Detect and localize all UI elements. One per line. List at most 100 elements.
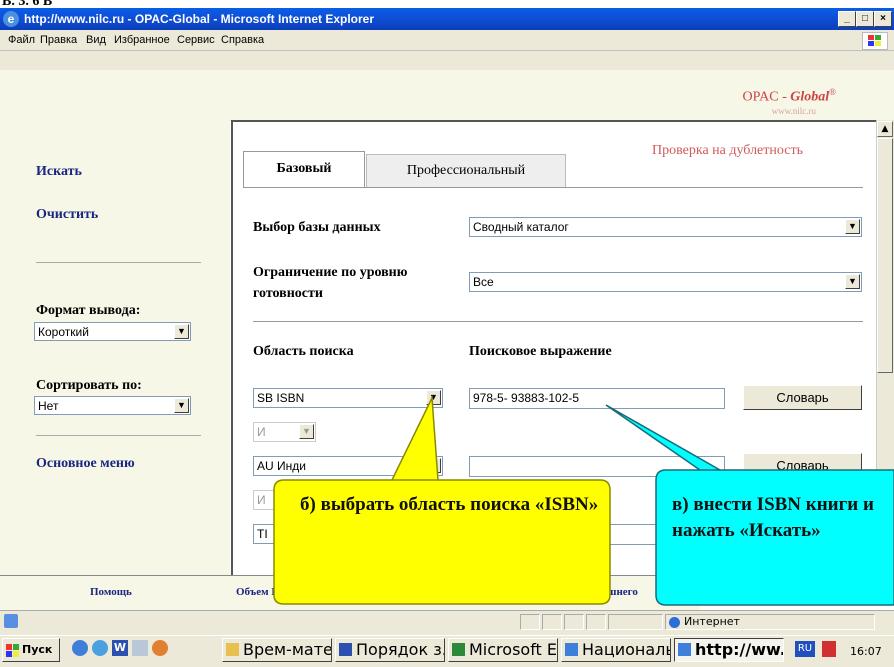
task-label: Националь...: [582, 640, 670, 659]
menu-help[interactable]: Справка: [221, 30, 264, 50]
ie-quicklaunch-icon[interactable]: [72, 640, 88, 656]
scroll-thumb[interactable]: [877, 138, 893, 373]
level-select[interactable]: Все ▼: [469, 272, 862, 292]
duplicate-check-link[interactable]: Проверка на дублетность: [652, 143, 803, 159]
status-cell: [586, 614, 606, 630]
minimize-button[interactable]: _: [838, 11, 856, 27]
logo-global: Global: [790, 89, 830, 105]
clock: 16:07: [850, 645, 882, 658]
windows-flag-icon: [6, 643, 19, 657]
logo-prefix: OPAC -: [742, 89, 791, 105]
taskbar-item-active[interactable]: http://ww...: [674, 638, 784, 662]
close-button[interactable]: ×: [874, 11, 892, 27]
db-volume-link[interactable]: Объем БД: [236, 586, 286, 598]
format-select[interactable]: Короткий ▼: [34, 322, 191, 341]
task-label: http://ww...: [695, 640, 783, 659]
level-label: Ограничение по уровню готовности: [253, 265, 408, 301]
chevron-down-icon: ▼: [174, 398, 189, 413]
menu-edit[interactable]: Правка: [40, 30, 77, 50]
zone-cell: Интернет: [665, 614, 875, 630]
search-expression-input-2[interactable]: [469, 456, 725, 477]
status-cell: [564, 614, 584, 630]
operator-value-1: И: [257, 425, 266, 439]
search-area-select-2[interactable]: AU Инди ▼: [253, 456, 443, 476]
start-button[interactable]: Пуск: [2, 638, 60, 662]
left-panel: [0, 120, 230, 575]
left-divider: [36, 262, 201, 263]
language-indicator[interactable]: RU: [795, 641, 815, 657]
search-area-value-2: AU Инди: [257, 459, 306, 473]
excel-icon: [452, 643, 465, 656]
globe-icon: [669, 617, 680, 628]
tab-professional[interactable]: Профессиональный: [366, 154, 566, 188]
menu-view[interactable]: Вид: [86, 30, 106, 50]
doc-quicklaunch-icon[interactable]: [132, 640, 148, 656]
sort-select[interactable]: Нет ▼: [34, 396, 191, 415]
chevron-down-icon: ▼: [845, 219, 860, 234]
operator-select-1[interactable]: И ▼: [253, 422, 316, 442]
menu-bar: Файл Правка Вид Избранное Сервис Справка: [0, 30, 894, 51]
format-label: Формат вывода:: [36, 303, 141, 318]
word-icon: [339, 643, 352, 656]
left-divider: [36, 435, 201, 436]
search-area-value-3: TI: [257, 527, 268, 541]
tab-underline: [243, 187, 863, 188]
db-value: Сводный каталог: [473, 220, 569, 234]
logo-registered: ®: [829, 87, 836, 97]
db-select[interactable]: Сводный каталог ▼: [469, 217, 862, 237]
sort-label: Сортировать по:: [36, 378, 142, 393]
search-expression-input-1[interactable]: 978-5- 93883-102-5: [469, 388, 725, 409]
results-list-link[interactable]: Список выдачи: [388, 586, 466, 598]
ie-icon: [678, 643, 691, 656]
site-url: www.nilc.ru: [771, 106, 816, 116]
chevron-down-icon: ▼: [845, 274, 860, 289]
menu-favorites[interactable]: Избранное: [114, 30, 170, 50]
ie-logo-icon: e: [3, 11, 19, 27]
dictionary-button-1[interactable]: Словарь: [743, 385, 862, 410]
taskbar-item[interactable]: Врем-мате...: [222, 638, 332, 662]
dictionary-button-2[interactable]: Словарь: [743, 453, 862, 478]
word-quicklaunch-icon[interactable]: W: [112, 640, 128, 656]
level-value: Все: [473, 275, 494, 289]
outlook-quicklaunch-icon[interactable]: [92, 640, 108, 656]
menu-tools[interactable]: Сервис: [177, 30, 215, 50]
page-icon: [4, 614, 18, 628]
zone-label: Интернет: [684, 615, 740, 628]
tab-basic[interactable]: Базовый: [243, 151, 365, 188]
window-title-bar[interactable]: e http://www.nilc.ru - OPAC-Global - Mic…: [0, 8, 894, 30]
task-label: Microsoft E...: [469, 640, 558, 659]
chevron-down-icon: ▼: [299, 424, 314, 439]
firefox-quicklaunch-icon[interactable]: [152, 640, 168, 656]
maximize-button[interactable]: □: [856, 11, 874, 27]
search-area-value-1: SB ISBN: [257, 391, 305, 405]
import-link[interactable]: Импорт внешнего: [548, 586, 638, 598]
chevron-down-icon: ▼: [426, 390, 441, 405]
search-area-select-1[interactable]: SB ISBN ▼: [253, 388, 443, 408]
search-expression-value-1: 978-5- 93883-102-5: [473, 391, 580, 405]
taskbar-item[interactable]: Порядок з...: [335, 638, 445, 662]
menu-file[interactable]: Файл: [8, 30, 35, 50]
search-expression-label: Поисковое выражение: [469, 344, 612, 359]
search-area-select-3[interactable]: TI: [253, 524, 443, 544]
help-link[interactable]: Помощь: [90, 586, 132, 598]
form-divider: [253, 321, 863, 322]
tray-icon[interactable]: [822, 641, 836, 657]
operator-value-2: И: [257, 493, 266, 507]
clear-link[interactable]: Очистить: [36, 207, 98, 223]
search-link[interactable]: Искать: [36, 164, 82, 180]
chevron-down-icon: ▼: [174, 324, 189, 339]
status-cell: [520, 614, 540, 630]
scroll-up-icon[interactable]: ▲: [877, 121, 893, 137]
format-value: Короткий: [38, 325, 89, 339]
status-cell: [542, 614, 562, 630]
taskbar-item[interactable]: Microsoft E...: [448, 638, 558, 662]
task-label: Врем-мате...: [243, 640, 332, 659]
taskbar-item[interactable]: Националь...: [561, 638, 671, 662]
main-menu-link[interactable]: Основное меню: [36, 456, 135, 472]
opac-logo: OPAC - Global®: [743, 87, 836, 106]
callout-text-v: в) внести ISBN книги и нажать «Искать»: [672, 494, 874, 541]
start-label: Пуск: [22, 643, 53, 656]
ie-icon: [565, 643, 578, 656]
status-cell: [608, 614, 663, 630]
folder-icon: [226, 643, 239, 656]
